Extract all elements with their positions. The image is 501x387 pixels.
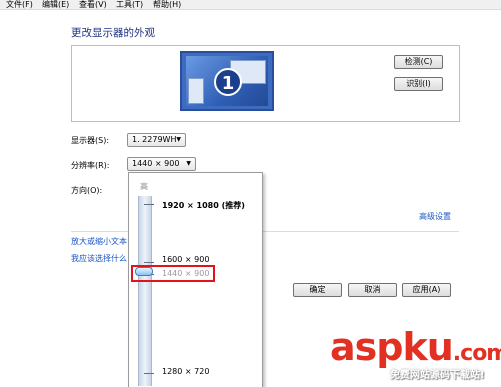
page-title: 更改显示器的外观: [71, 27, 155, 39]
resolution-slider-track[interactable]: [138, 196, 152, 386]
resolution-option[interactable]: 1600 × 900: [162, 255, 209, 264]
menu-help[interactable]: 帮助(H): [153, 0, 181, 10]
watermark-tagline: 免费网站源码下载站!: [390, 370, 485, 381]
chevron-down-icon: ▼: [186, 160, 191, 167]
ok-button[interactable]: 确定: [293, 283, 342, 297]
monitor-preview[interactable]: 1: [180, 51, 274, 111]
identify-button[interactable]: 识别(I): [394, 77, 443, 91]
apply-button[interactable]: 应用(A): [402, 283, 451, 297]
menu-bar: 文件(F) 编辑(E) 查看(V) 工具(T) 帮助(H): [0, 0, 501, 10]
mini-window-icon: [188, 78, 204, 104]
chevron-down-icon: ▼: [176, 136, 181, 143]
display-label: 显示器(S):: [71, 136, 110, 145]
selection-highlight-box: [131, 265, 215, 282]
menu-edit[interactable]: 编辑(E): [42, 0, 69, 10]
cancel-button[interactable]: 取消: [348, 283, 397, 297]
enlarge-text-link[interactable]: 放大或缩小文本: [71, 236, 127, 247]
resolution-select[interactable]: 1440 × 900 ▼: [127, 157, 196, 171]
resolution-value: 1440 × 900: [132, 159, 180, 168]
monitor-screen: 1: [186, 56, 268, 106]
resolution-option[interactable]: 1280 × 720: [162, 367, 209, 376]
slider-high-label: 高: [140, 182, 148, 191]
which-settings-link[interactable]: 我应该选择什么: [71, 253, 127, 264]
watermark-domain-suffix: .com: [452, 341, 501, 366]
resolution-label: 分辨率(R):: [71, 161, 110, 170]
display-value: 1. 2279WH: [132, 135, 177, 144]
monitor-number-badge: 1: [214, 68, 242, 96]
menu-file[interactable]: 文件(F): [6, 0, 33, 10]
detect-button[interactable]: 检测(C): [394, 55, 443, 69]
slider-tick: [144, 204, 154, 205]
slider-tick: [144, 262, 154, 263]
watermark-brand: aspku: [330, 325, 454, 369]
display-select[interactable]: 1. 2279WH ▼: [127, 133, 186, 147]
menu-view[interactable]: 查看(V): [79, 0, 107, 10]
slider-tick: [144, 373, 154, 374]
advanced-settings-link[interactable]: 高级设置: [419, 211, 451, 222]
resolution-option[interactable]: 1920 × 1080 (推荐): [162, 200, 245, 211]
orientation-label: 方向(O):: [71, 186, 103, 195]
menu-tools[interactable]: 工具(T): [116, 0, 143, 10]
